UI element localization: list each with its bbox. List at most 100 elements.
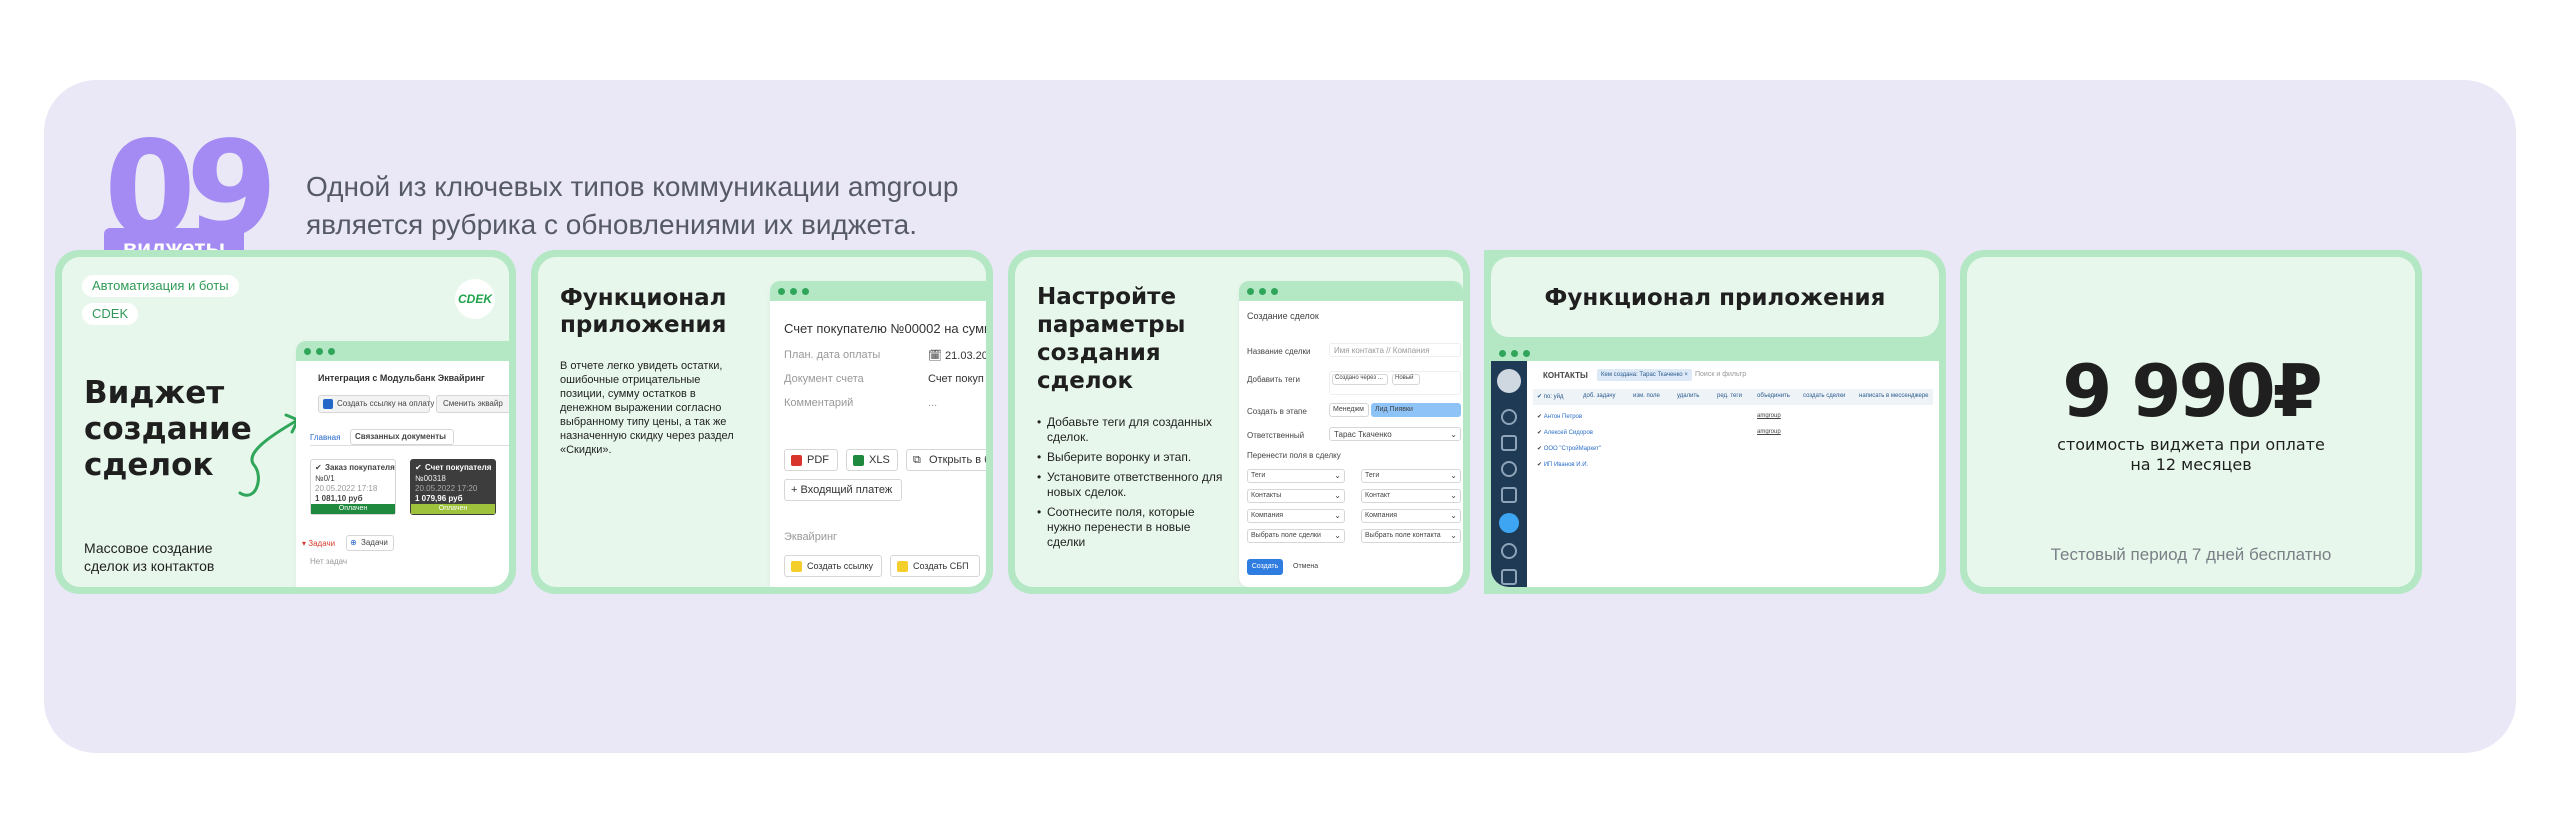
table-row[interactable]: ✔ Алексей Сидоров xyxy=(1537,429,1593,436)
card-inner: Автоматизация и боты CDEK CDEK Виджет соз… xyxy=(62,257,509,587)
mock-title: Интеграция с Модульбанк Эквайринг xyxy=(318,373,485,383)
avatar[interactable] xyxy=(1497,369,1521,393)
chevron-down-icon: ⌄ xyxy=(1450,430,1457,439)
check-icon: ✔ xyxy=(315,463,322,472)
arrow-icon xyxy=(238,413,300,497)
stage-select[interactable]: Лид Пиявки xyxy=(1371,403,1461,417)
sbp-icon xyxy=(897,561,908,572)
create-link-button[interactable]: Создать ссылку xyxy=(784,555,882,577)
price-caption: стоимость виджета при оплате на 12 месяце… xyxy=(2057,435,2325,474)
card-description: Массовое создание сделок из контактов xyxy=(84,540,215,574)
toolbar-action[interactable]: написать в мессенджере xyxy=(1859,393,1929,399)
create-sbp-button[interactable]: Создать СБП xyxy=(890,555,980,577)
chevron-down-icon: ⌄ xyxy=(1450,471,1457,480)
create-link-button[interactable]: Создать ссылку на оплату xyxy=(318,395,434,413)
pipeline-select[interactable]: Менеджм xyxy=(1329,403,1369,417)
divider xyxy=(310,445,509,446)
toolbar-action[interactable]: изм. поле xyxy=(1633,393,1660,399)
card-title: Виджет создание сделок xyxy=(84,375,252,483)
deal-name-input[interactable]: Имя контакта // Компания xyxy=(1329,343,1461,357)
field-map-right[interactable]: Компания ⌄ xyxy=(1361,509,1461,523)
chevron-down-icon: ⌄ xyxy=(1334,531,1341,540)
card-price[interactable]: 9 990₽ стоимость виджета при оплате на 12… xyxy=(1960,250,2422,594)
form-title: Создание сделок xyxy=(1247,311,1319,321)
xls-button[interactable]: XLS xyxy=(846,449,898,471)
dashboard-icon[interactable] xyxy=(1501,409,1517,425)
list-item: Установите ответственного для новых сдел… xyxy=(1037,470,1227,500)
list-item: Соотнесите поля, которые нужно перенести… xyxy=(1037,505,1227,550)
contacts-icon[interactable] xyxy=(1499,513,1519,533)
cancel-button[interactable]: Отмена xyxy=(1293,563,1318,570)
settings-list: Добавьте теги для созданных сделок. Выбе… xyxy=(1037,415,1227,555)
trial-text: Тестовый период 7 дней бесплатно xyxy=(2050,545,2332,564)
table-row[interactable]: ✔ ООО "СтройМаркет" xyxy=(1537,445,1601,452)
mock-window: КОНТАКТЫ Кем создана: Тарас Ткаченко × П… xyxy=(1491,345,1939,587)
change-acquiring-button[interactable]: Сменить эквайр xyxy=(436,395,509,413)
xls-icon xyxy=(853,455,864,466)
toolbar-action[interactable]: ред. теги xyxy=(1717,393,1742,399)
cdek-logo: CDEK xyxy=(455,279,495,319)
price: 9 990₽ xyxy=(2062,349,2323,433)
field-map-left[interactable]: Компания ⌄ xyxy=(1247,509,1345,523)
bulk-toolbar: ✔ по: уйд доб. задачу изм. поле удалить … xyxy=(1533,389,1933,405)
card-app-features-2[interactable]: Функционал приложения КОНТАКТЫ Кем созда… xyxy=(1484,250,1946,594)
toolbar-action[interactable]: создать сделки xyxy=(1803,393,1845,399)
mock-window: Счет покупателю №00002 на сумм План. дат… xyxy=(770,281,986,587)
invoice-doc-card[interactable]: ✔ Счет покупателя №00318 20.05.2022 17:2… xyxy=(410,459,496,515)
card-title: Функционал приложения xyxy=(560,285,727,338)
create-button[interactable]: Создать xyxy=(1247,559,1283,575)
card-deal-widget[interactable]: Автоматизация и боты CDEK CDEK Виджет соз… xyxy=(55,250,516,594)
sidebar xyxy=(1491,361,1527,587)
field-map-left[interactable]: Контакты ⌄ xyxy=(1247,489,1345,503)
card-deal-settings[interactable]: Настройтепараметрысозданиясделок Добавьт… xyxy=(1008,250,1470,594)
table-row[interactable]: ✔ Антон Петров xyxy=(1537,413,1582,420)
tasks-label: ▾ Задачи xyxy=(302,539,336,548)
external-link-icon: ⧉ xyxy=(913,454,921,466)
tag-chip[interactable]: Создано через ... xyxy=(1332,374,1388,385)
field-map-right[interactable]: Контакт ⌄ xyxy=(1361,489,1461,503)
toolbar-action[interactable]: доб. задачу xyxy=(1583,393,1616,399)
chevron-down-icon: ⌄ xyxy=(1334,471,1341,480)
stats-icon[interactable] xyxy=(1501,569,1517,585)
invoice-title: Счет покупателю №00002 на сумм xyxy=(784,321,986,336)
bank-icon xyxy=(323,399,333,409)
pdf-icon xyxy=(791,455,802,466)
chevron-down-icon: ⌄ xyxy=(1450,511,1457,520)
toolbar-action[interactable]: ✔ по: уйд xyxy=(1537,393,1563,400)
tab-main[interactable]: Главная xyxy=(310,433,340,442)
leads-icon[interactable] xyxy=(1501,435,1517,451)
order-doc-card[interactable]: ✔ Заказ покупателя №0/1 20.05.2022 17:18… xyxy=(310,459,396,515)
tab-linked-docs[interactable]: Связанных документы xyxy=(350,429,454,445)
card-inner: Настройтепараметрысозданиясделок Добавьт… xyxy=(1015,257,1463,587)
incoming-payment-button[interactable]: + Входящий платеж xyxy=(784,479,902,501)
field-map-right[interactable]: Теги ⌄ xyxy=(1361,469,1461,483)
no-tasks: Нет задач xyxy=(310,557,348,566)
field-map-right[interactable]: Выбрать поле контакта ⌄ xyxy=(1361,529,1461,543)
list-item: Выберите воронку и этап. xyxy=(1037,450,1227,465)
toolbar-action[interactable]: удалить xyxy=(1677,393,1699,399)
list-item: Добавьте теги для созданных сделок. xyxy=(1037,415,1227,445)
tag-cdek: CDEK xyxy=(82,303,139,325)
open-in-browser-button[interactable]: ⧉ Открыть в б xyxy=(906,449,986,471)
tag-chip[interactable]: Новый xyxy=(1392,374,1420,385)
acquiring-icon xyxy=(791,561,802,572)
chat-icon[interactable] xyxy=(1501,461,1517,477)
card-inner: 9 990₽ стоимость виджета при оплате на 12… xyxy=(1967,257,2415,587)
pdf-button[interactable]: PDF xyxy=(784,449,838,471)
mock-window: Создание сделок Название сделки Имя конт… xyxy=(1239,281,1463,587)
chevron-down-icon: ⌄ xyxy=(1334,491,1341,500)
payment-date: 🗓 21.03.20 xyxy=(928,350,986,362)
check-icon: ✔ xyxy=(415,463,422,472)
card-app-features-1[interactable]: Функционал приложения В отчете легко увид… xyxy=(531,250,993,594)
tags-input[interactable]: Создано через ... Новый xyxy=(1329,371,1461,395)
responsible-select[interactable]: Тарас Ткаченко ⌄ xyxy=(1329,427,1461,441)
toolbar-action[interactable]: объединить xyxy=(1757,393,1790,399)
table-row[interactable]: ✔ ИП Иванов И.И. xyxy=(1537,461,1588,468)
search-input[interactable]: Поиск и фильтр xyxy=(1695,371,1746,378)
field-map-left[interactable]: Выбрать поле сделки ⌄ xyxy=(1247,529,1345,543)
lists-icon[interactable] xyxy=(1501,543,1517,559)
tasks-button[interactable]: ⊕ Задачи xyxy=(346,535,394,551)
field-map-left[interactable]: Теги ⌄ xyxy=(1247,469,1345,483)
filter-chip[interactable]: Кем создана: Тарас Ткаченко × xyxy=(1597,369,1692,381)
tasks-icon[interactable] xyxy=(1501,487,1517,503)
